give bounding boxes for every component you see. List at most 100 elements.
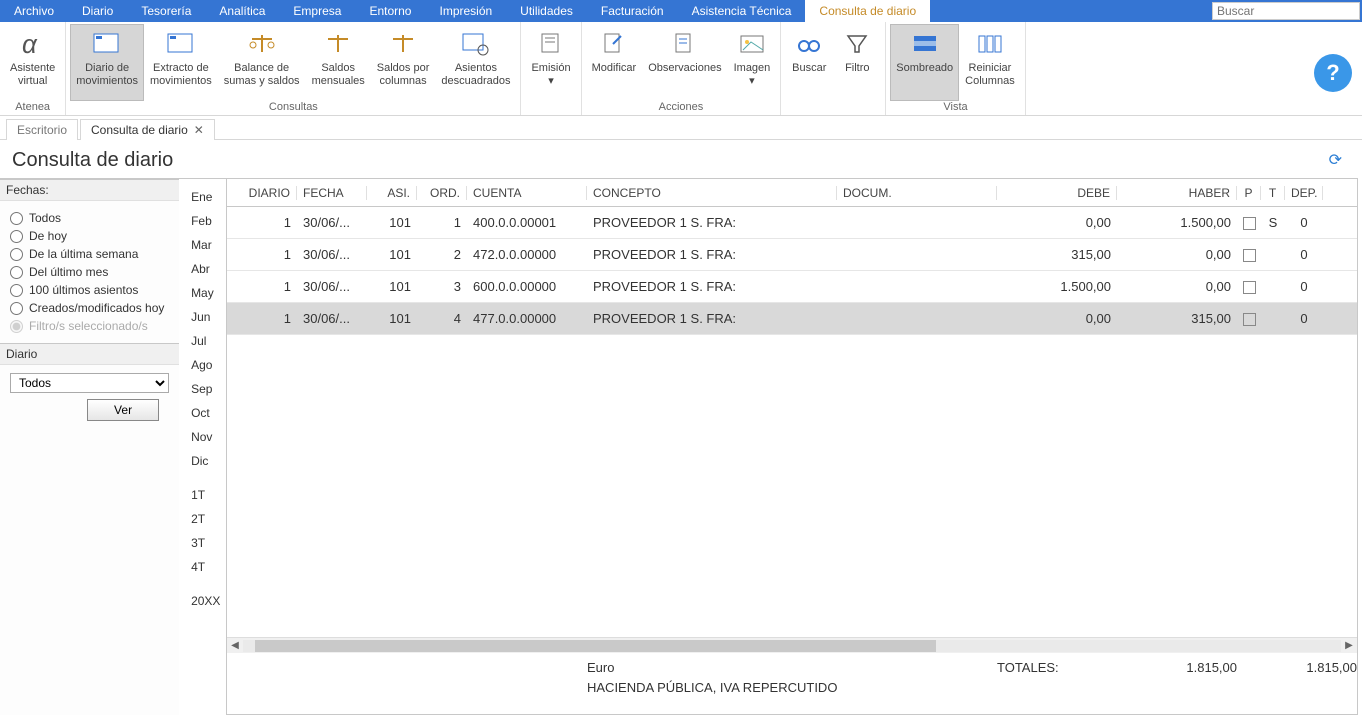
menu-empresa[interactable]: Empresa	[279, 0, 355, 22]
radio-todos[interactable]: Todos	[10, 209, 169, 227]
radio-ultimo-mes[interactable]: Del último mes	[10, 263, 169, 281]
totals-label: TOTALES:	[997, 660, 1117, 675]
month-3t[interactable]: 3T	[179, 531, 226, 555]
total-debe: 1.815,00	[1117, 660, 1237, 675]
month-4t[interactable]: 4T	[179, 555, 226, 579]
checkbox-icon	[1243, 281, 1256, 294]
radio-ultima-semana[interactable]: De la última semana	[10, 245, 169, 263]
table-row[interactable]: 130/06/...1011400.0.0.00001PROVEEDOR 1 S…	[227, 207, 1357, 239]
radio-creados-hoy[interactable]: Creados/modificados hoy	[10, 299, 169, 317]
ledger-icon	[89, 28, 125, 60]
sombreado-button[interactable]: Sombreado	[890, 24, 959, 101]
month-20xx[interactable]: 20XX	[179, 589, 226, 613]
menu-asistencia[interactable]: Asistencia Técnica	[678, 0, 806, 22]
scale-icon	[320, 28, 356, 60]
col-dep[interactable]: DEP.	[1285, 186, 1323, 200]
month-abr[interactable]: Abr	[179, 257, 226, 281]
document-stack-icon	[533, 28, 569, 60]
col-cuenta[interactable]: CUENTA	[467, 186, 587, 200]
col-diario[interactable]: DIARIO	[227, 186, 297, 200]
filtro-button[interactable]: Filtro	[833, 24, 881, 113]
saldos-mensuales-button[interactable]: Saldos mensuales	[306, 24, 371, 101]
month-jul[interactable]: Jul	[179, 329, 226, 353]
fechas-title: Fechas:	[0, 179, 179, 201]
document-tabs: Escritorio Consulta de diario✕	[0, 116, 1362, 140]
reiniciar-columnas-button[interactable]: Reiniciar Columnas	[959, 24, 1021, 101]
footer-note: HACIENDA PÚBLICA, IVA REPERCUTIDO	[587, 680, 987, 695]
col-t[interactable]: T	[1261, 186, 1285, 200]
menu-entorno[interactable]: Entorno	[355, 0, 425, 22]
col-fecha[interactable]: FECHA	[297, 186, 367, 200]
month-mar[interactable]: Mar	[179, 233, 226, 257]
imagen-button[interactable]: Imagen ▾	[728, 24, 777, 101]
menu-tesoreria[interactable]: Tesorería	[127, 0, 205, 22]
ribbon: α Asistente virtual Atenea Diario de mov…	[0, 22, 1362, 116]
col-ord[interactable]: ORD.	[417, 186, 467, 200]
help-icon[interactable]: ?	[1314, 54, 1352, 92]
col-docum[interactable]: DOCUM.	[837, 186, 997, 200]
tab-consulta-diario[interactable]: Consulta de diario✕	[80, 119, 215, 140]
emision-button[interactable]: Emisión ▾	[525, 24, 576, 113]
month-ene[interactable]: Ene	[179, 185, 226, 209]
horizontal-scrollbar[interactable]: ◀▶	[227, 637, 1357, 653]
month-ago[interactable]: Ago	[179, 353, 226, 377]
table-row[interactable]: 130/06/...1014477.0.0.00000PROVEEDOR 1 S…	[227, 303, 1357, 335]
month-2t[interactable]: 2T	[179, 507, 226, 531]
modificar-button[interactable]: Modificar	[586, 24, 643, 101]
diario-movimientos-button[interactable]: Diario de movimientos	[70, 24, 144, 101]
month-sep[interactable]: Sep	[179, 377, 226, 401]
ver-button[interactable]: Ver	[87, 399, 159, 421]
scale-icon	[385, 28, 421, 60]
month-nov[interactable]: Nov	[179, 425, 226, 449]
menu-consulta-diario[interactable]: Consulta de diario	[805, 0, 930, 22]
col-haber[interactable]: HABER	[1117, 186, 1237, 200]
col-concepto[interactable]: CONCEPTO	[587, 186, 837, 200]
saldos-columnas-button[interactable]: Saldos por columnas	[371, 24, 436, 101]
checkbox-icon	[1243, 217, 1256, 230]
menu-archivo[interactable]: Archivo	[0, 0, 68, 22]
month-may[interactable]: May	[179, 281, 226, 305]
menu-diario[interactable]: Diario	[68, 0, 127, 22]
month-oct[interactable]: Oct	[179, 401, 226, 425]
month-jun[interactable]: Jun	[179, 305, 226, 329]
month-1t[interactable]: 1T	[179, 483, 226, 507]
asientos-descuadrados-button[interactable]: Asientos descuadrados	[435, 24, 516, 101]
filter-pane: Fechas: Todos De hoy De la última semana…	[0, 178, 179, 715]
menu-impresion[interactable]: Impresión	[425, 0, 506, 22]
month-dic[interactable]: Dic	[179, 449, 226, 473]
ribbon-group-atenea: Atenea	[15, 101, 50, 115]
svg-text:α: α	[22, 29, 38, 59]
ribbon-group-vista: Vista	[943, 101, 967, 115]
col-asi[interactable]: ASI.	[367, 186, 417, 200]
menu-facturacion[interactable]: Facturación	[587, 0, 678, 22]
funnel-icon	[839, 28, 875, 60]
table-row[interactable]: 130/06/...1013600.0.0.00000PROVEEDOR 1 S…	[227, 271, 1357, 303]
balance-sumas-saldos-button[interactable]: Balance de sumas y saldos	[218, 24, 306, 101]
month-feb[interactable]: Feb	[179, 209, 226, 233]
grid: DIARIO FECHA ASI. ORD. CUENTA CONCEPTO D…	[226, 178, 1358, 715]
buscar-button[interactable]: Buscar	[785, 24, 833, 113]
tab-escritorio[interactable]: Escritorio	[6, 119, 78, 140]
menu-analitica[interactable]: Analítica	[205, 0, 279, 22]
grid-header: DIARIO FECHA ASI. ORD. CUENTA CONCEPTO D…	[227, 179, 1357, 207]
binoculars-icon	[791, 28, 827, 60]
table-row[interactable]: 130/06/...1012472.0.0.00000PROVEEDOR 1 S…	[227, 239, 1357, 271]
search-input[interactable]	[1212, 2, 1360, 20]
col-debe[interactable]: DEBE	[997, 186, 1117, 200]
currency-label: Euro	[587, 660, 717, 675]
scale-icon	[244, 28, 280, 60]
close-icon[interactable]: ✕	[194, 123, 204, 137]
image-icon	[734, 28, 770, 60]
col-p[interactable]: P	[1237, 186, 1261, 200]
search-ledger-icon	[458, 28, 494, 60]
menu-bar: Archivo Diario Tesorería Analítica Empre…	[0, 0, 1362, 22]
asistente-virtual-button[interactable]: α Asistente virtual	[4, 24, 61, 101]
radio-100-ultimos[interactable]: 100 últimos asientos	[10, 281, 169, 299]
diario-select[interactable]: Todos	[10, 373, 169, 393]
extracto-movimientos-button[interactable]: Extracto de movimientos	[144, 24, 218, 101]
observaciones-button[interactable]: Observaciones	[642, 24, 727, 101]
menu-utilidades[interactable]: Utilidades	[506, 0, 587, 22]
radio-hoy[interactable]: De hoy	[10, 227, 169, 245]
refresh-icon[interactable]: ⟳	[1321, 148, 1350, 172]
radio-filtros: Filtro/s seleccionado/s	[10, 317, 169, 335]
